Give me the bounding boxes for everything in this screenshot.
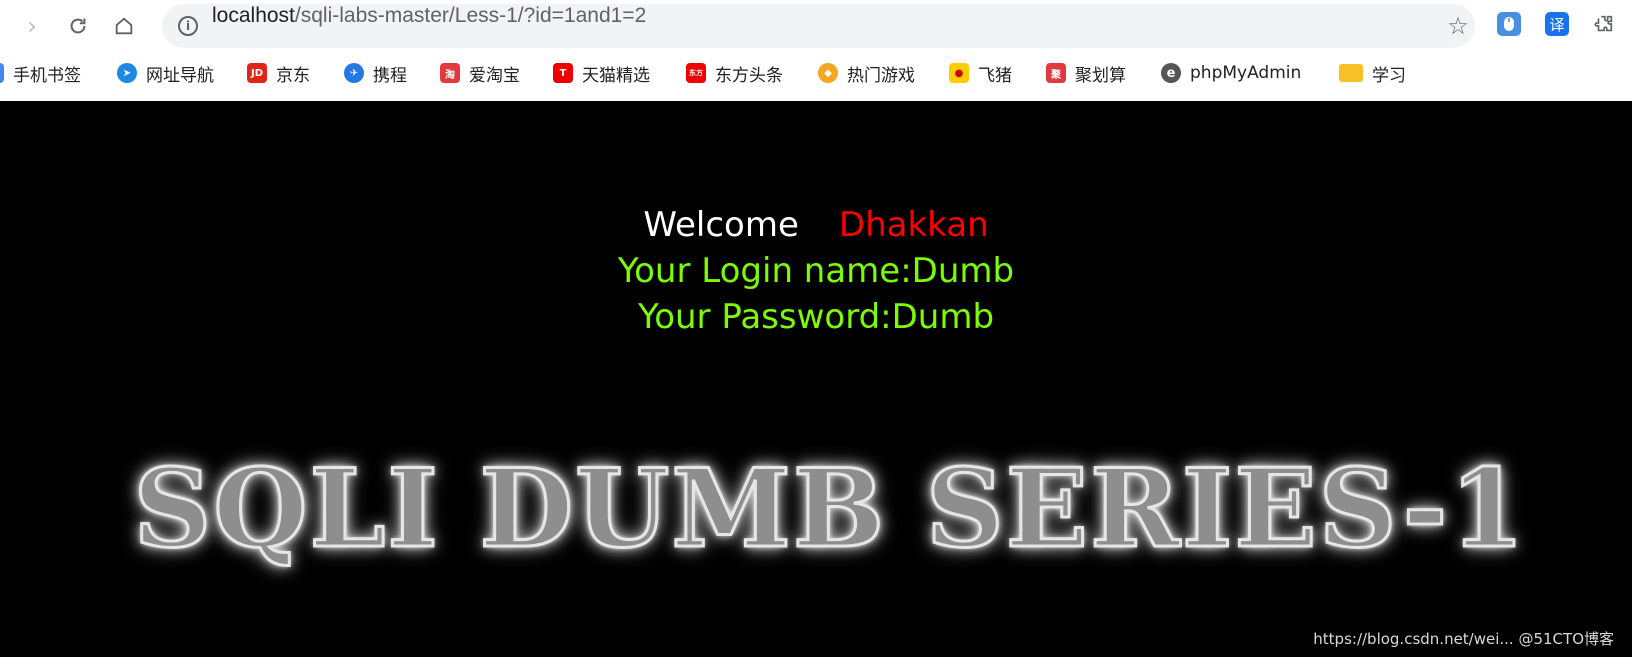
bookmark-item[interactable]: 学习 [1339, 60, 1406, 86]
user-name: Dhakkan [838, 205, 989, 245]
bookmark-label: 天猫精选 [582, 65, 650, 86]
jd-icon: JD [247, 63, 267, 83]
tmall-icon: T [553, 63, 573, 83]
bookmark-item[interactable]: 东方 东方头条 [686, 60, 783, 86]
puzzle-extensions-icon[interactable] [1592, 12, 1616, 36]
dongfang-icon: 东方 [686, 63, 706, 83]
home-icon[interactable] [106, 8, 142, 44]
site-info-icon[interactable]: i [178, 16, 198, 36]
bookmarks-bar: 手机书签 ➤ 网址导航 JD 京东 ✈ 携程 淘 爱淘宝 T 天猫精选 东方 东… [0, 56, 1632, 90]
bookmark-item[interactable]: ✈ 携程 [344, 60, 407, 86]
welcome-line: Welcome Dhakkan [0, 205, 1632, 245]
bookmark-label: 学习 [1372, 65, 1406, 86]
sqli-banner-title: SQLI DUMB SERIES-1 [132, 445, 1527, 574]
url-host: localhost [212, 4, 295, 27]
password-line: Your Password:Dumb [637, 297, 995, 337]
juhuasuan-icon: 聚 [1046, 63, 1066, 83]
fliggy-icon: ● [949, 63, 969, 83]
bookmark-label: 飞猪 [978, 65, 1012, 86]
bookmark-item[interactable]: T 天猫精选 [553, 60, 650, 86]
bookmark-label: 热门游戏 [847, 65, 915, 86]
bookmark-label: phpMyAdmin [1190, 63, 1302, 83]
game-icon: ◆ [818, 63, 838, 83]
forward-icon[interactable]: › [14, 8, 50, 44]
mouse-extension-icon[interactable] [1497, 12, 1521, 36]
browser-chrome: › i localhost/sqli-labs-master/Less-1/?i… [0, 0, 1632, 101]
ctrip-icon: ✈ [344, 63, 364, 83]
bookmark-item[interactable]: ● 飞猪 [949, 60, 1012, 86]
bookmark-item[interactable]: e phpMyAdmin [1161, 60, 1301, 86]
bookmark-label: 爱淘宝 [469, 65, 520, 86]
bookmark-label: 东方头条 [715, 65, 783, 86]
taobao-icon: 淘 [440, 63, 460, 83]
bookmark-label: 网址导航 [146, 65, 214, 86]
bookmark-label: 京东 [276, 65, 310, 86]
bookmark-label: 携程 [373, 65, 407, 86]
bookmark-item[interactable]: 淘 爱淘宝 [440, 60, 520, 86]
bookmark-item[interactable]: 聚 聚划算 [1046, 60, 1126, 86]
browser-toolbar: › i localhost/sqli-labs-master/Less-1/?i… [0, 0, 1632, 52]
bookmark-label: 手机书签 [13, 65, 81, 86]
folder-icon [1339, 64, 1363, 82]
phpmyadmin-icon: e [1161, 63, 1181, 83]
bookmark-label: 聚划算 [1075, 65, 1126, 86]
address-bar[interactable]: i localhost/sqli-labs-master/Less-1/?id=… [162, 4, 1475, 48]
bookmark-item[interactable]: ➤ 网址导航 [117, 60, 214, 86]
bookmark-star-icon[interactable]: ☆ [1444, 12, 1472, 40]
reload-icon[interactable] [60, 8, 96, 44]
url-path: /sqli-labs-master/Less-1/?id=1and1=2 [294, 4, 647, 27]
welcome-text: Welcome [643, 205, 799, 245]
login-name-line: Your Login name:Dumb [617, 251, 1015, 291]
watermark: https://blog.csdn.net/wei... @51CTO博客 [1313, 630, 1614, 648]
url-text[interactable]: localhost/sqli-labs-master/Less-1/?id=1a… [212, 4, 646, 48]
page-content: Welcome Dhakkan Your Login name:Dumb Your… [0, 101, 1632, 657]
bookmark-item[interactable]: 手机书签 [0, 60, 81, 86]
bookmark-item[interactable]: ◆ 热门游戏 [818, 60, 915, 86]
compass-icon: ➤ [117, 63, 137, 83]
translate-extension-icon[interactable]: 译 [1545, 12, 1569, 36]
bookmark-item[interactable]: JD 京东 [247, 60, 310, 86]
folder-icon [0, 63, 4, 83]
